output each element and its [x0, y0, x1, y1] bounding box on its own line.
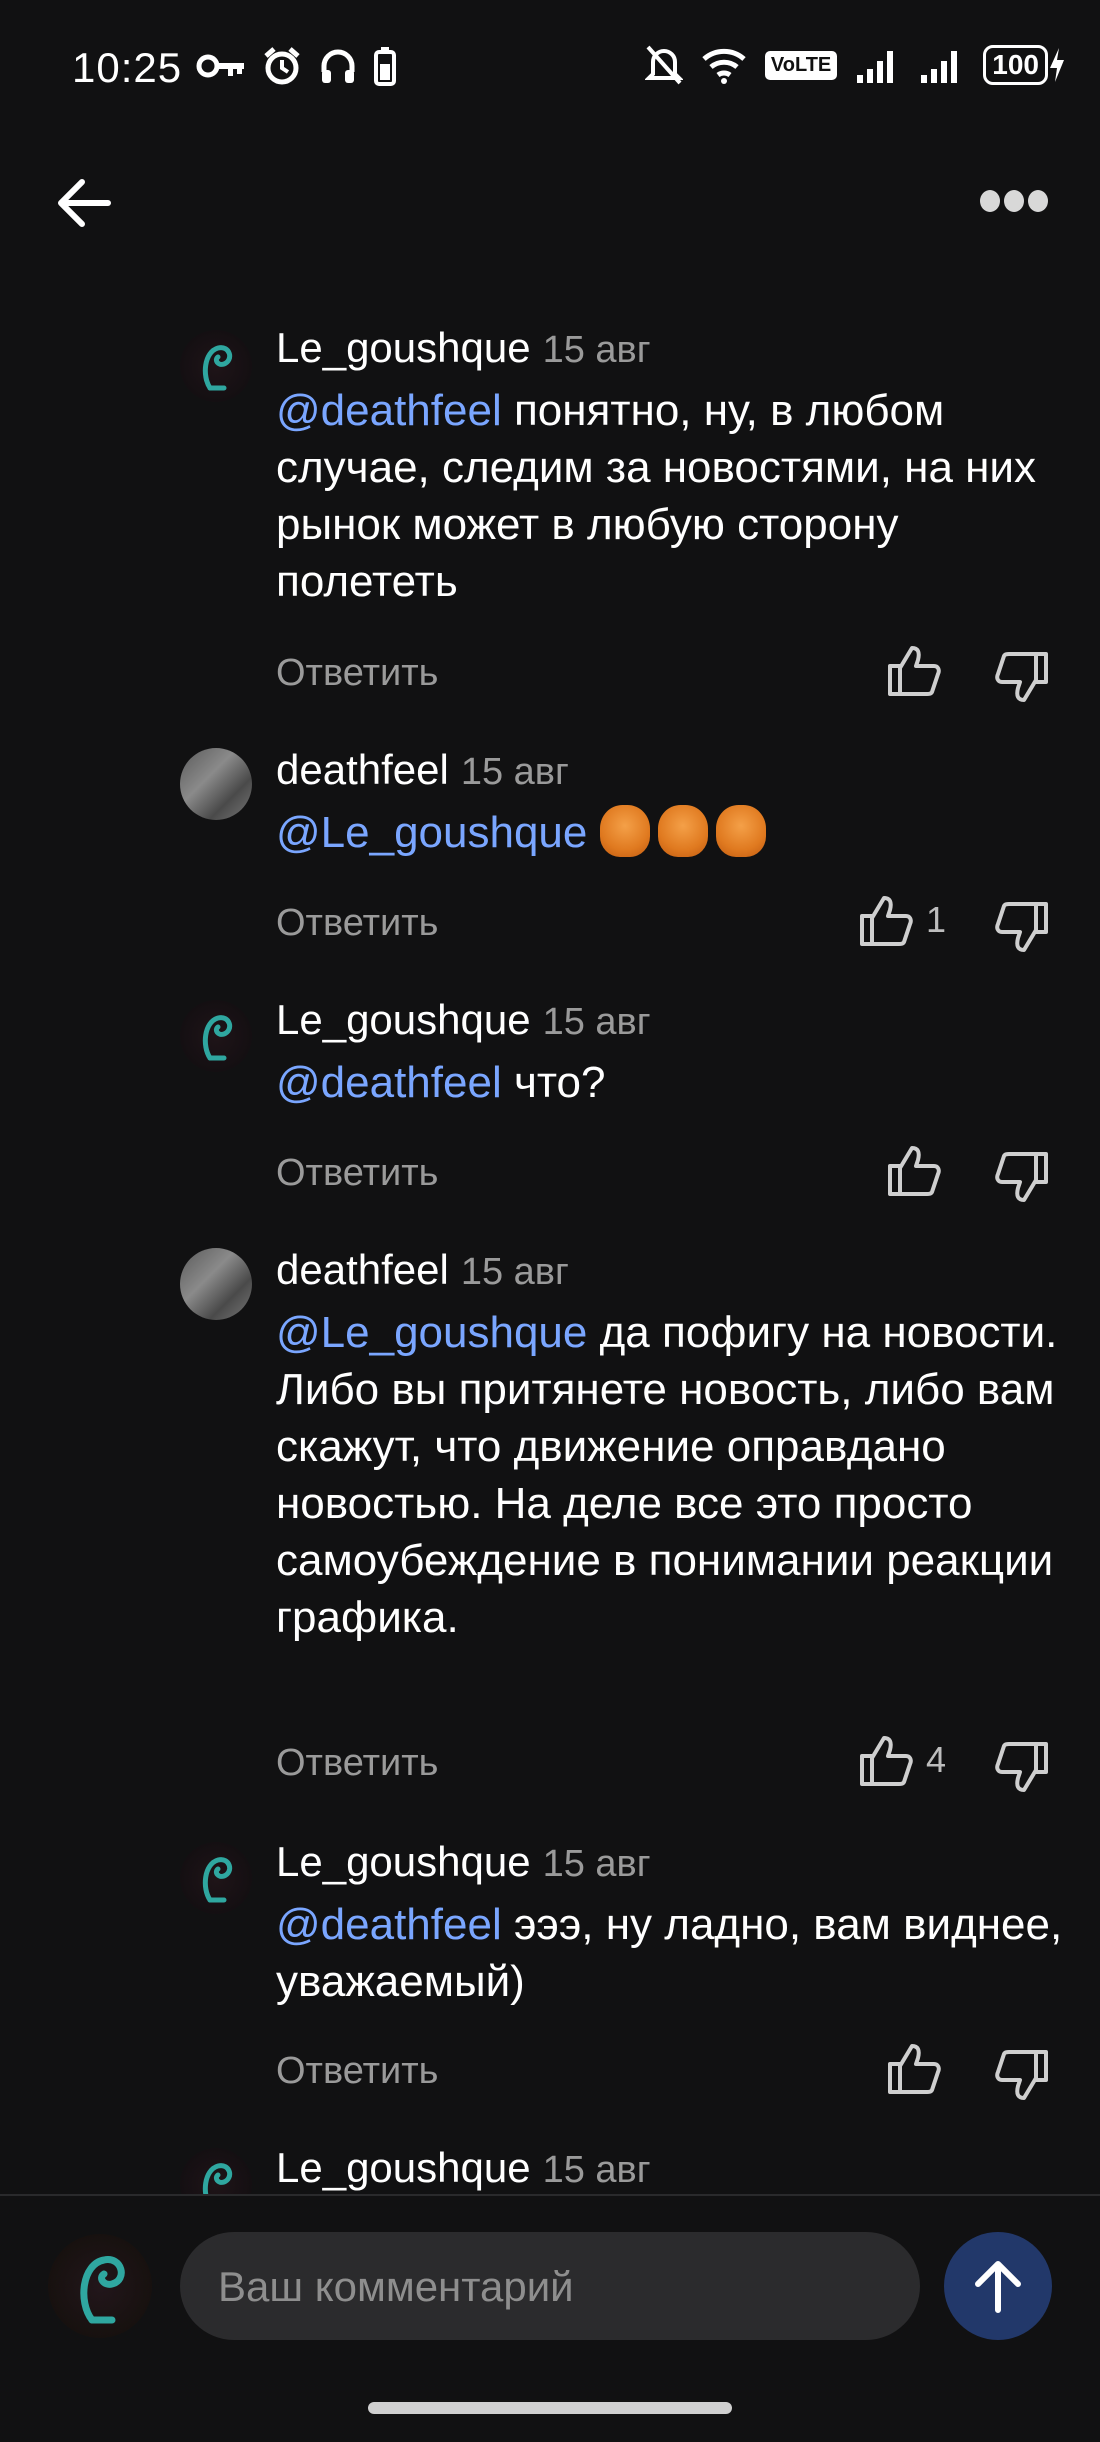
mention-link[interactable]: @Le_goushque: [276, 808, 587, 857]
comment-header: deathfeel 15 авг: [276, 746, 569, 794]
thumbs-down-icon: [995, 2050, 1048, 2100]
like-button[interactable]: [886, 642, 942, 698]
reply-button[interactable]: Ответить: [276, 1742, 438, 1785]
battery-saver-icon: [374, 47, 396, 86]
thumbs-up-icon: [888, 646, 941, 696]
comment-date: 15 авг: [542, 329, 651, 371]
alarm-icon: [264, 47, 300, 85]
comment-header: Le_goushque 15 авг: [276, 996, 651, 1044]
avatar[interactable]: [180, 1248, 252, 1320]
comment-author[interactable]: Le_goushque: [276, 1838, 531, 1885]
avatar[interactable]: [180, 2148, 252, 2194]
comment-author[interactable]: deathfeel: [276, 746, 449, 793]
key-icon: [196, 54, 244, 78]
snail-avatar-icon: [202, 1015, 233, 1061]
comment-text: @deathfeel что?: [276, 1054, 1066, 1111]
mute-icon: [644, 45, 683, 85]
comment-date: 15 авг: [542, 1843, 651, 1885]
snail-avatar-icon: [202, 345, 233, 391]
comment-text: @deathfeel эээ, ну ладно, вам виднее, ув…: [276, 1896, 1066, 2010]
comment-body: что?: [501, 1058, 606, 1107]
reply-button[interactable]: Ответить: [276, 2050, 438, 2093]
back-button[interactable]: [52, 170, 118, 236]
status-left-icons: [196, 46, 396, 86]
thumbs-down-icon: [995, 1152, 1048, 1202]
signal-roaming-icon: [921, 51, 958, 83]
comment-author[interactable]: Le_goushque: [276, 996, 531, 1043]
dislike-button[interactable]: [994, 650, 1050, 711]
mention-link[interactable]: @deathfeel: [276, 1058, 502, 1107]
reply-button[interactable]: Ответить: [276, 902, 438, 945]
dislike-button[interactable]: [994, 2048, 1050, 2109]
like-button[interactable]: 4: [858, 1732, 946, 1788]
comment-author[interactable]: Le_goushque: [276, 2144, 531, 2191]
comment-text: @Le_goushque да пофигу на новости. Либо …: [276, 1304, 1066, 1646]
comment-text: @deathfeel понятно, ну, в любом случае, …: [276, 382, 1066, 610]
comment-header: Le_goushque 15 авг: [276, 1838, 651, 1886]
facepalm-emoji-icon: [715, 805, 766, 857]
more-button[interactable]: [980, 186, 1052, 216]
facepalm-emoji-icon: [599, 805, 650, 857]
thumbs-down-icon: [995, 902, 1048, 952]
avatar[interactable]: [180, 1842, 252, 1914]
snail-avatar-icon: [202, 2163, 233, 2194]
avatar[interactable]: [180, 1000, 252, 1072]
snail-avatar-icon: [202, 1857, 233, 1903]
battery-indicator: 100: [983, 45, 1066, 85]
facepalm-emoji-icon: [657, 805, 708, 857]
comment-date: 15 авг: [542, 2149, 651, 2191]
charging-icon: [1050, 48, 1064, 82]
volte-badge: VoLTE: [764, 50, 838, 80]
thumbs-up-icon: [888, 2044, 941, 2094]
avatar[interactable]: [180, 330, 252, 402]
mention-link[interactable]: @deathfeel: [276, 386, 502, 435]
like-count: 1: [926, 899, 947, 940]
signal-icon: [857, 51, 894, 83]
comment-date: 15 авг: [460, 1251, 569, 1293]
thumbs-up-icon: [860, 1736, 913, 1786]
dislike-button[interactable]: [994, 1150, 1050, 1211]
thumbs-up-icon: [888, 1146, 941, 1196]
status-time: 10:25: [72, 44, 183, 91]
dislike-button[interactable]: [994, 1740, 1050, 1801]
comment-author[interactable]: deathfeel: [276, 1246, 449, 1293]
mention-link[interactable]: @deathfeel: [276, 1900, 502, 1949]
like-button[interactable]: [886, 2040, 942, 2096]
like-button[interactable]: [886, 1142, 942, 1198]
snail-avatar-icon: [80, 2256, 125, 2324]
reply-button[interactable]: Ответить: [276, 652, 438, 695]
comment-header: Le_goushque 15 авг: [276, 324, 651, 372]
arrow-left-icon: [58, 179, 111, 227]
thumbs-down-icon: [995, 1742, 1048, 1792]
home-indicator[interactable]: [368, 2402, 732, 2414]
comment-body: да пофигу на новости. Либо вы притянете …: [276, 1308, 1058, 1642]
input-divider: [0, 2194, 1100, 2196]
wifi-icon: [702, 48, 746, 84]
comment-item: Le_goushque 15 авг: [0, 2140, 1100, 2194]
reply-button[interactable]: Ответить: [276, 1152, 438, 1195]
thumbs-down-icon: [995, 652, 1048, 702]
status-right-icons: VoLTE 100: [644, 44, 1066, 86]
dislike-button[interactable]: [994, 900, 1050, 961]
comment-input[interactable]: [216, 2232, 900, 2342]
send-button[interactable]: [944, 2232, 1052, 2340]
more-dots-icon: [980, 190, 1000, 212]
status-bar: 10:25 VoLTE 100: [0, 0, 1100, 140]
comment-input-container: [180, 2232, 920, 2342]
comment-date: 15 авг: [542, 1001, 651, 1043]
arrow-up-icon: [975, 2261, 1021, 2313]
comment-header: Le_goushque 15 авг: [276, 2144, 651, 2192]
comment-author[interactable]: Le_goushque: [276, 324, 531, 371]
comment-date: 15 авг: [460, 751, 569, 793]
comment-text: @Le_goushque: [276, 804, 1066, 861]
mention-link[interactable]: @Le_goushque: [276, 1308, 587, 1357]
my-avatar[interactable]: [48, 2234, 152, 2338]
comment-header: deathfeel 15 авг: [276, 1246, 569, 1294]
thumbs-up-icon: [860, 896, 913, 946]
battery-level: 100: [983, 45, 1048, 85]
headphones-icon: [321, 49, 355, 83]
like-count: 4: [926, 1739, 947, 1780]
avatar[interactable]: [180, 748, 252, 820]
like-button[interactable]: 1: [858, 892, 946, 948]
